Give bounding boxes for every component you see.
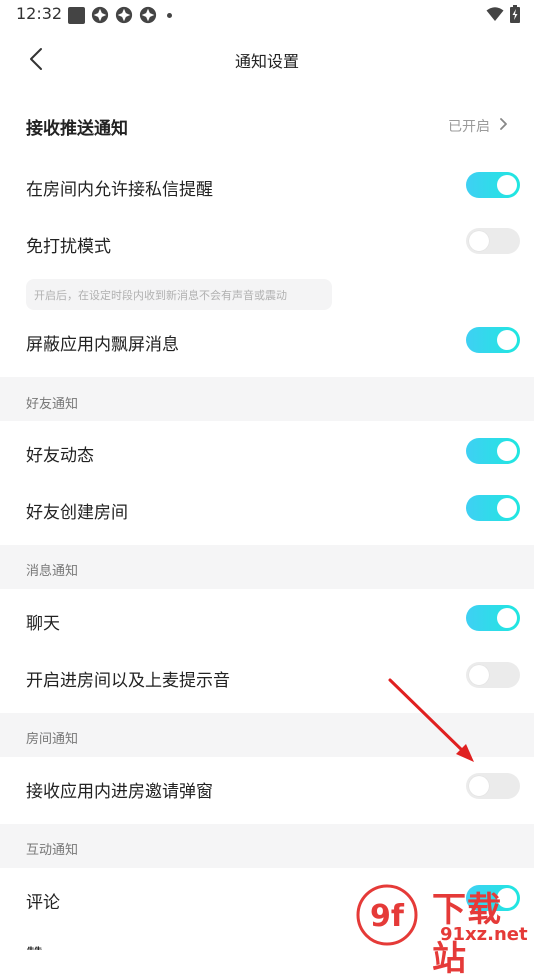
- room-invite-toggle[interactable]: [466, 773, 520, 799]
- site-watermark: 9f 下载站 91xz.net: [350, 880, 534, 979]
- setting-label: 好友动态: [26, 446, 94, 466]
- status-bar: 12:32: [0, 0, 534, 30]
- friend-room-toggle[interactable]: [466, 495, 520, 521]
- watermark-logo: 9f: [356, 884, 418, 946]
- toggle-knob: [497, 175, 517, 195]
- setting-row-dnd: 免打扰模式: [0, 214, 534, 270]
- watermark-url: 91xz.net: [440, 924, 528, 945]
- battery-charging-icon: [510, 5, 520, 23]
- block-float-toggle[interactable]: [466, 327, 520, 353]
- push-status-text: 已开启: [448, 119, 490, 135]
- setting-label: 赞: [26, 941, 43, 950]
- setting-label: 接收应用内进房邀请弹窗: [26, 782, 213, 802]
- setting-label: 开启进房间以及上麦提示音: [26, 671, 230, 691]
- system-status-icons: [486, 5, 520, 23]
- status-time: 12:32: [16, 4, 63, 23]
- setting-label: 免打扰模式: [26, 237, 111, 257]
- section-label: 房间通知: [26, 732, 79, 747]
- annotation-arrow: [388, 678, 474, 762]
- dnd-hint-text: 开启后，在设定时段内收到新消息不会有声音或震动: [34, 289, 287, 302]
- setting-row-chat: 聊天: [0, 591, 534, 647]
- section-label: 好友通知: [26, 397, 79, 412]
- push-notification-row[interactable]: 接收推送通知 已开启: [0, 96, 534, 152]
- friend-dynamic-toggle[interactable]: [466, 438, 520, 464]
- pinwheel-icon: [115, 6, 133, 24]
- setting-label: 好友创建房间: [26, 503, 128, 523]
- pinwheel-icon: [91, 6, 109, 24]
- dnd-toggle[interactable]: [466, 228, 520, 254]
- toggle-knob: [497, 441, 517, 461]
- setting-label: 屏蔽应用内飘屏消息: [26, 335, 179, 355]
- chevron-right-icon: [500, 118, 507, 130]
- setting-label: 聊天: [26, 614, 60, 634]
- more-notifications-dot: [167, 12, 172, 18]
- section-label: 消息通知: [26, 564, 79, 579]
- push-notification-label: 接收推送通知: [26, 119, 128, 139]
- section-header-interaction: 互动通知: [0, 824, 534, 868]
- notification-icons: [68, 6, 172, 24]
- dnd-hint: 开启后，在设定时段内收到新消息不会有声音或震动: [26, 279, 332, 310]
- chat-toggle[interactable]: [466, 605, 520, 631]
- setting-label: 在房间内允许接私信提醒: [26, 180, 213, 200]
- toggle-knob: [469, 776, 489, 796]
- setting-label: 评论: [26, 893, 60, 913]
- wifi-icon: [486, 7, 504, 21]
- setting-row-private-message: 在房间内允许接私信提醒: [0, 157, 534, 213]
- setting-row-block-float: 屏蔽应用内飘屏消息: [0, 312, 534, 368]
- toggle-knob: [497, 498, 517, 518]
- app-notification-icon: [68, 6, 85, 24]
- toggle-knob: [497, 330, 517, 350]
- toggle-knob: [497, 608, 517, 628]
- toggle-knob: [469, 231, 489, 251]
- setting-row-friend-dynamic: 好友动态: [0, 423, 534, 479]
- section-header-friend: 好友通知: [0, 377, 534, 421]
- setting-row-friend-room: 好友创建房间: [0, 480, 534, 536]
- page-title: 通知设置: [234, 52, 299, 71]
- watermark-logo-text: 9f: [370, 899, 405, 934]
- section-label: 互动通知: [26, 843, 79, 858]
- pinwheel-icon: [139, 6, 157, 24]
- section-header-message: 消息通知: [0, 545, 534, 589]
- app-header: 通知设置: [0, 30, 534, 88]
- private-message-toggle[interactable]: [466, 172, 520, 198]
